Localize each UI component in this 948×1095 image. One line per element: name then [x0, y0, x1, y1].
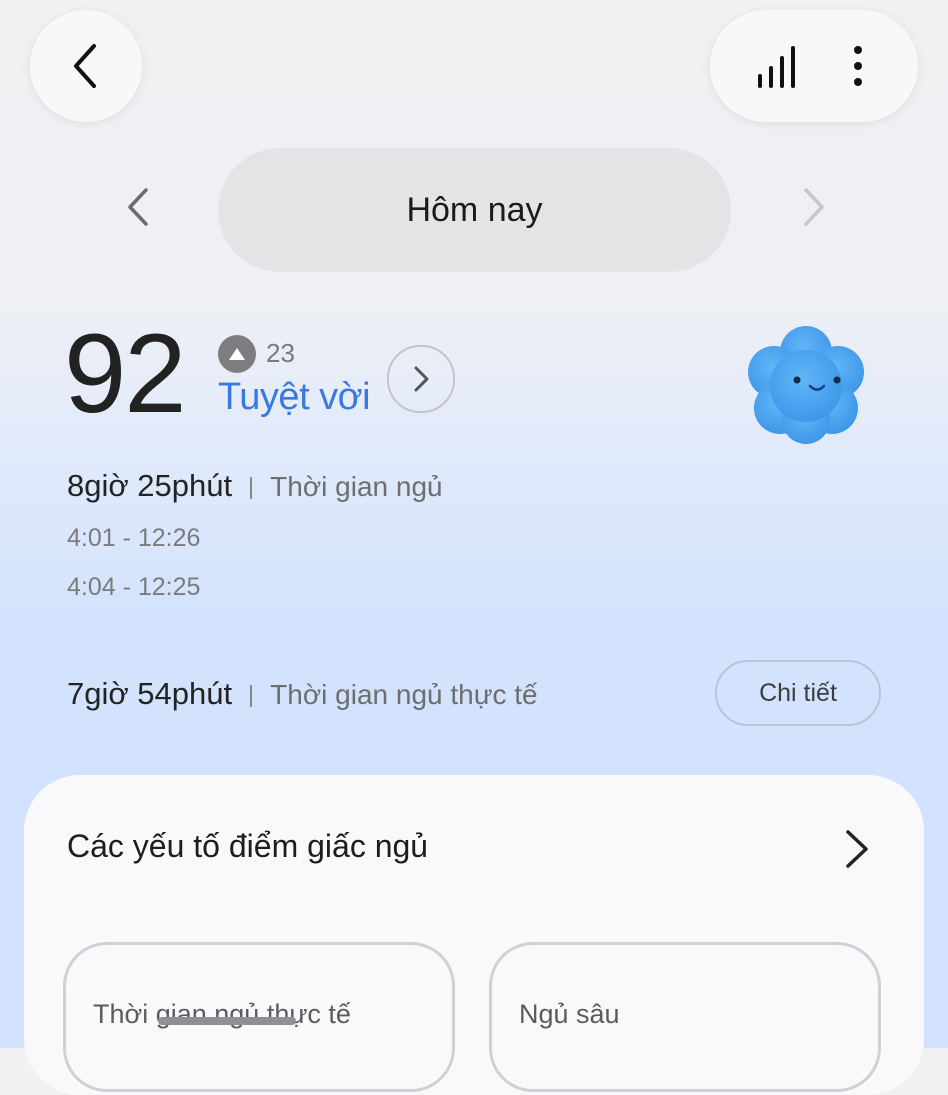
- previous-day-button[interactable]: [118, 182, 162, 232]
- factor-progress-bar: [158, 1017, 296, 1025]
- more-vertical-icon[interactable]: [846, 44, 870, 90]
- header-actions: [710, 10, 918, 122]
- date-label: Hôm nay: [406, 190, 543, 229]
- time-range-2: 4:04 - 12:25: [67, 573, 201, 601]
- actual-sleep-duration: 7giờ 54phút: [67, 676, 233, 711]
- sleep-score: 92: [64, 311, 187, 436]
- details-button[interactable]: Chi tiết: [715, 660, 881, 726]
- time-range-1: 4:01 - 12:26: [67, 524, 201, 552]
- back-button[interactable]: [30, 10, 142, 122]
- sleep-duration-label: Thời gian ngủ: [270, 471, 443, 502]
- score-rating: Tuyệt vời: [218, 376, 371, 418]
- sleep-duration-row: 8giờ 25phút Thời gian ngủ: [67, 468, 443, 504]
- date-selector[interactable]: Hôm nay: [218, 148, 731, 272]
- cloud-mascot-icon: [748, 326, 864, 444]
- sleep-duration: 8giờ 25phút: [67, 468, 233, 503]
- bar-chart-icon[interactable]: [754, 44, 800, 90]
- factor-label: Thời gian ngủ thực tế: [93, 999, 351, 1029]
- factor-tile-deep-sleep[interactable]: Ngủ sâu: [489, 942, 881, 1092]
- score-detail-button[interactable]: [387, 345, 455, 413]
- chevron-right-icon: [414, 366, 429, 392]
- divider: [250, 476, 253, 499]
- chevron-right-icon[interactable]: [838, 826, 874, 872]
- next-day-button[interactable]: [790, 182, 834, 232]
- divider: [250, 684, 253, 707]
- score-up-icon: [218, 335, 256, 373]
- sleep-factors-title[interactable]: Các yếu tố điểm giấc ngủ: [67, 828, 428, 865]
- chevron-left-icon: [74, 44, 96, 88]
- factor-label: Ngủ sâu: [519, 999, 620, 1029]
- actual-sleep-row: 7giờ 54phút Thời gian ngủ thực tế: [67, 676, 538, 712]
- actual-sleep-label: Thời gian ngủ thực tế: [270, 679, 538, 710]
- score-delta: 23: [266, 338, 295, 368]
